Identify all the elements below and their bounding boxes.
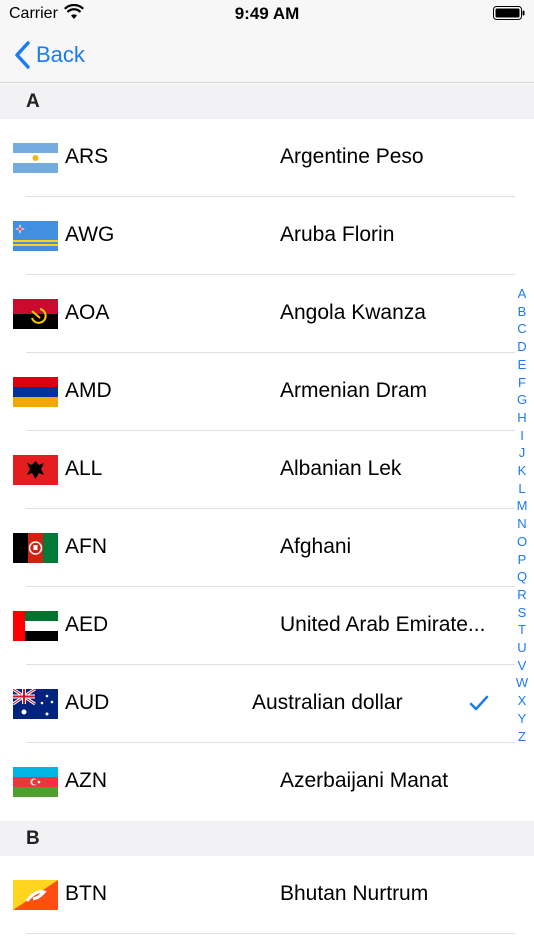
index-letter-y[interactable]: Y [514,710,530,728]
index-letter-u[interactable]: U [514,639,530,657]
currency-row-btn[interactable]: BTN Bhutan Nurtrum [0,856,534,934]
currency-row-azn[interactable]: AZN Azerbaijani Manat [0,743,534,821]
index-letter-r[interactable]: R [514,586,530,604]
currency-name: Aruba Florin [280,223,395,246]
currency-name: Albanian Lek [280,457,402,480]
back-chevron-icon [15,41,30,69]
armenia-flag-icon [13,377,58,407]
currency-code: AED [65,613,109,636]
argentina-flag-icon [13,143,58,173]
navigation-bar: Back [0,28,534,83]
australia-flag-icon [13,689,58,719]
currency-name: Argentine Peso [280,145,424,168]
back-label: Back [36,42,85,67]
angola-flag-icon [13,299,58,329]
back-button[interactable]: Back [14,40,85,70]
currency-code: AOA [65,301,110,324]
currency-row-aoa[interactable]: AOA Angola Kwanza [0,275,534,353]
index-letter-v[interactable]: V [514,657,530,675]
index-letter-w[interactable]: W [514,674,530,692]
section-index-bar[interactable]: ABCDEFGHIJKLMNOPQRSTUVWXYZ [514,285,530,745]
currency-code: ARS [65,145,109,168]
index-letter-f[interactable]: F [514,374,530,392]
index-letter-k[interactable]: K [514,462,530,480]
status-time: 9:49 AM [234,4,300,23]
currency-code: AWG [65,223,115,246]
currency-row-aud[interactable]: AUD Australian dollar [0,665,534,743]
index-letter-c[interactable]: C [514,320,530,338]
index-letter-g[interactable]: G [514,391,530,409]
section-header-a: A [0,84,534,119]
currency-name: Australian dollar [252,691,403,714]
currency-row-all[interactable]: ALL Albanian Lek [0,431,534,509]
currency-name: Bhutan Nurtrum [280,882,429,905]
status-bar: Carrier 9:49 AM [0,0,534,28]
albania-flag-icon [13,455,58,485]
currency-row-afn[interactable]: AFN Afghani [0,509,534,587]
index-letter-d[interactable]: D [514,338,530,356]
afghanistan-flag-icon [13,533,58,563]
row-separator [26,933,515,934]
currency-code: AUD [65,691,110,714]
azerbaijan-flag-icon [13,767,58,797]
index-letter-o[interactable]: O [514,533,530,551]
currency-row-amd[interactable]: AMD Armenian Dram [0,353,534,431]
checkmark-icon [469,695,489,711]
currency-code: BTN [65,882,107,905]
currency-row-awg[interactable]: AWG Aruba Florin [0,197,534,275]
uae-flag-icon [13,611,58,641]
index-letter-h[interactable]: H [514,409,530,427]
index-letter-x[interactable]: X [514,692,530,710]
currency-row-aed[interactable]: AED United Arab Emirate... [0,587,534,665]
currency-name: Angola Kwanza [280,301,426,324]
index-letter-e[interactable]: E [514,356,530,374]
currency-name: Armenian Dram [280,379,428,402]
battery-icon [493,6,525,20]
currency-name: Afghani [280,535,352,558]
index-letter-j[interactable]: J [514,444,530,462]
index-letter-a[interactable]: A [514,285,530,303]
currency-code: AZN [65,769,107,792]
currency-code: ALL [65,457,103,480]
index-letter-l[interactable]: L [514,480,530,498]
index-letter-b[interactable]: B [514,303,530,321]
index-letter-s[interactable]: S [514,604,530,622]
currency-code: AMD [65,379,112,402]
currency-list: A ARS Argentine Peso AWG Aruba Florin AO… [0,84,534,934]
currency-code: AFN [65,535,107,558]
aruba-flag-icon [13,221,58,251]
currency-name: Azerbaijani Manat [280,769,449,792]
index-letter-n[interactable]: N [514,515,530,533]
index-letter-m[interactable]: M [514,497,530,515]
section-header-label: B [26,828,40,849]
section-header-b: B [0,821,534,856]
index-letter-p[interactable]: P [514,551,530,569]
index-letter-i[interactable]: I [514,427,530,445]
index-letter-z[interactable]: Z [514,728,530,746]
section-header-label: A [26,91,40,112]
currency-name: United Arab Emirate... [280,613,486,636]
currency-row-ars[interactable]: ARS Argentine Peso [0,119,534,197]
index-letter-t[interactable]: T [514,621,530,639]
bhutan-flag-icon [13,880,58,910]
index-letter-q[interactable]: Q [514,568,530,586]
